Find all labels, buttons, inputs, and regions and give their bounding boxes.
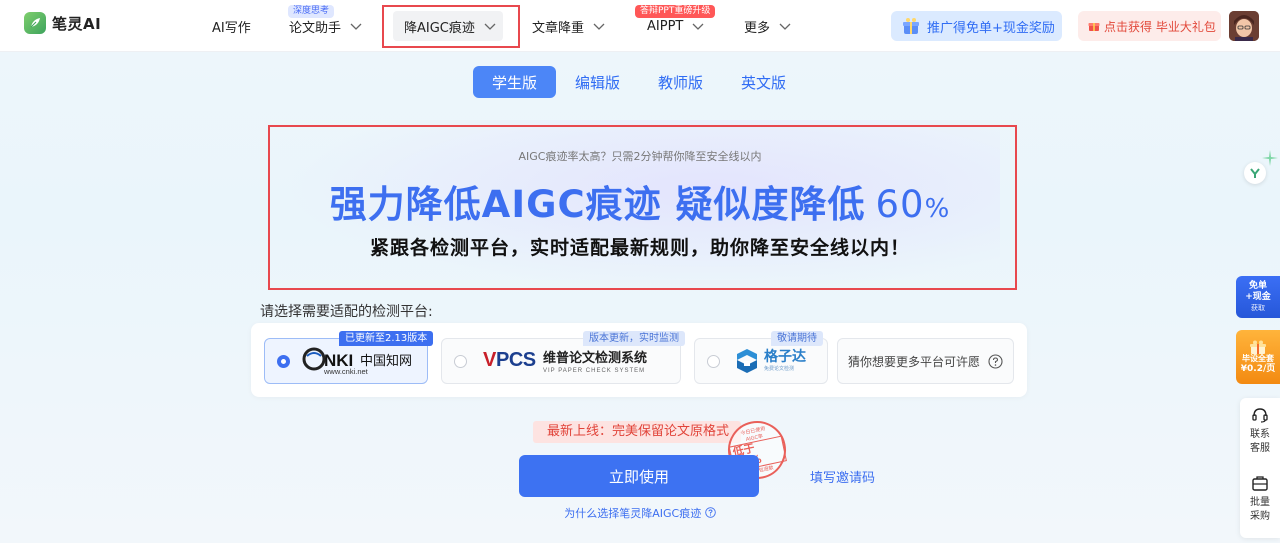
- chevron-down-icon: [593, 23, 605, 30]
- cnki-logo: NKI 中国知网 www.cnki.net: [302, 346, 430, 376]
- radio-vpcs[interactable]: [454, 354, 467, 368]
- help-circle-icon: [988, 353, 1003, 369]
- bulk-purchase-button[interactable]: 批量采购: [1240, 474, 1280, 524]
- deep-think-badge: 深度思考: [288, 5, 335, 18]
- hero-subtitle: AIGC痕迹率太高？只需2分钟帮你降至安全线以内: [518, 150, 762, 163]
- nav-label: AI写作: [212, 20, 251, 36]
- svg-text:V: V: [483, 349, 497, 371]
- vpcs-logo: V PCS 维普论文检测系统 VIP PAPER CHECK SYSTEM: [483, 347, 661, 375]
- headset-icon: [1252, 408, 1268, 423]
- why-choose-label: 为什么选择笔灵降AIGC痕迹: [564, 507, 702, 520]
- cnki-version-tag: 已更新至2.13版本: [339, 331, 434, 346]
- invite-code-link[interactable]: 填写邀请码: [810, 467, 875, 486]
- side-bz-line1: 毕设全套: [1242, 353, 1274, 363]
- contact-support-label: 联系客服: [1250, 429, 1270, 454]
- tab-english[interactable]: 英文版: [722, 66, 805, 98]
- nav-article-dedup[interactable]: 文章降重: [532, 0, 606, 52]
- side-free-line2: +现金: [1245, 292, 1271, 302]
- tab-editor[interactable]: 编辑版: [556, 66, 639, 98]
- svg-text:维普论文检测系统: 维普论文检测系统: [543, 350, 647, 366]
- referral-promo-label: 推广得免单+现金奖励: [927, 20, 1055, 36]
- side-graduation-package-button[interactable]: 毕设全套 ¥0.2/页: [1236, 330, 1280, 384]
- briefcase-icon: [1252, 476, 1268, 491]
- tab-teacher[interactable]: 教师版: [639, 66, 722, 98]
- user-avatar[interactable]: [1229, 11, 1259, 41]
- feather-logo-icon: [24, 12, 46, 34]
- top-nav-bar: 笔灵AI AI写作 论文助手 深度思考 降AIGC痕迹 文章降重 AIPPT 答…: [0, 0, 1280, 52]
- nav-reduce-aigc[interactable]: 降AIGC痕迹: [404, 0, 497, 52]
- gezida-coming-tag: 敬请期待: [771, 331, 823, 346]
- nav-more[interactable]: 更多: [744, 0, 792, 52]
- nav-label: AIPPT: [647, 18, 684, 34]
- version-tabs: 学生版 编辑版 教师版 英文版: [473, 66, 805, 98]
- vpcs-logo-image: V PCS 维普论文检测系统 VIP PAPER CHECK SYSTEM: [483, 349, 647, 374]
- graduation-gift-button[interactable]: 点击获得 毕业大礼包: [1078, 11, 1221, 41]
- platform-wish-label: 猜你想要更多平台可许愿: [848, 354, 981, 369]
- hero-description: 紧跟各检测平台，实时适配最新规则，助你降至安全线以内！: [369, 237, 910, 259]
- side-bz-line2: ¥0.2/页: [1240, 363, 1276, 374]
- chevron-down-icon: [692, 23, 704, 30]
- new-online-banner: 最新上线：完美保留论文原格式: [533, 421, 742, 443]
- contact-support-button[interactable]: 联系客服: [1240, 406, 1280, 456]
- nav-ai-writing[interactable]: AI写作: [212, 0, 251, 52]
- app-name: 笔灵AI: [52, 14, 102, 33]
- svg-text:中国知网: 中国知网: [360, 353, 412, 369]
- help-circle-icon: [704, 507, 716, 518]
- vpcs-update-tag: 版本更新，实时监测: [583, 331, 685, 346]
- gezida-name: 格子达: [764, 349, 806, 365]
- svg-text:VIP PAPER CHECK SYSTEM: VIP PAPER CHECK SYSTEM: [543, 368, 645, 374]
- referral-promo-button[interactable]: 推广得免单+现金奖励: [891, 11, 1062, 41]
- nav-label: 论文助手: [289, 20, 342, 36]
- why-choose-link[interactable]: 为什么选择笔灵降AIGC痕迹: [0, 505, 1280, 521]
- sparkle-icon: [1262, 150, 1278, 166]
- cnki-logo-image: NKI 中国知网 www.cnki.net: [302, 347, 412, 376]
- app-logo[interactable]: 笔灵AI: [24, 12, 101, 34]
- side-free-line3: 获取: [1251, 304, 1265, 312]
- hero-title-main: 强力降低AIGC痕迹 疑似度降低: [329, 183, 866, 226]
- side-free-line1: 免单: [1248, 281, 1267, 291]
- gezida-sub: 免费论文检测: [764, 366, 795, 372]
- chevron-down-icon: [484, 23, 496, 30]
- side-tools-panel: 联系客服 批量采购: [1240, 398, 1280, 538]
- chevron-down-icon: [350, 23, 362, 30]
- gezida-logo: 格子达 免费论文检测: [734, 348, 806, 374]
- gift-box-icon: [903, 18, 919, 34]
- svg-text:www.cnki.net: www.cnki.net: [323, 367, 369, 376]
- hero-title: 强力降低AIGC痕迹 疑似度降低 60%: [0, 174, 1280, 228]
- side-assistant-button[interactable]: [1244, 162, 1266, 184]
- chevron-down-icon: [779, 23, 791, 30]
- nav-label: 更多: [744, 20, 771, 36]
- platform-select-label: 请选择需要适配的检测平台:: [260, 304, 433, 320]
- use-now-button[interactable]: 立即使用: [519, 455, 759, 497]
- hero-title-unit: %: [924, 194, 951, 224]
- avatar-image: [1229, 11, 1259, 41]
- tab-student[interactable]: 学生版: [473, 66, 556, 98]
- assistant-logo-icon: [1250, 168, 1260, 178]
- platform-wish-button[interactable]: 猜你想要更多平台可许愿: [837, 338, 1014, 384]
- radio-gezida[interactable]: [707, 354, 720, 368]
- nav-label: 文章降重: [532, 20, 585, 36]
- bulk-purchase-label: 批量采购: [1250, 497, 1270, 522]
- graduation-gift-label: 点击获得 毕业大礼包: [1104, 19, 1216, 34]
- radio-cnki[interactable]: [277, 354, 290, 368]
- gezida-logo-icon: [737, 349, 757, 373]
- nav-label: 降AIGC痕迹: [404, 20, 475, 36]
- gift-icon: [1088, 23, 1100, 31]
- side-free-cash-button[interactable]: 免单 +现金 获取: [1236, 276, 1280, 318]
- gift-box-icon: [1250, 340, 1266, 354]
- svg-text:PCS: PCS: [496, 349, 536, 371]
- hero-title-number: 60: [875, 183, 925, 226]
- ppt-upgrade-badge: 答辩PPT重磅升级: [635, 5, 716, 18]
